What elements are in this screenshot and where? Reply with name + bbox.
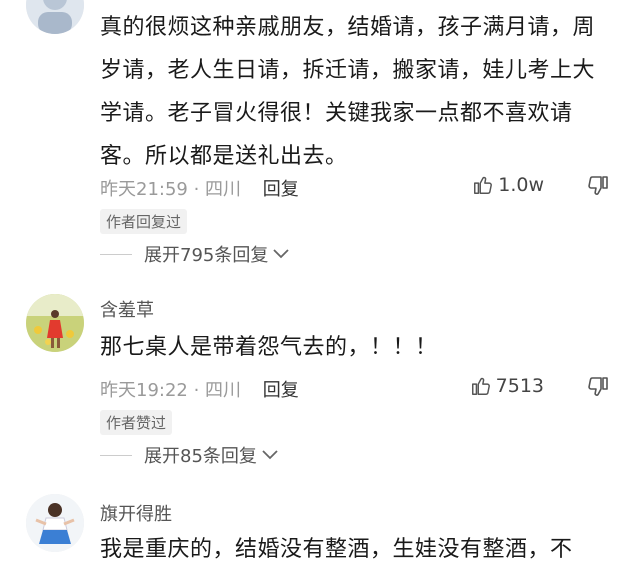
comment-username[interactable]: 旗开得胜 bbox=[100, 500, 172, 526]
like-button[interactable]: 1.0w bbox=[472, 174, 544, 196]
comment-text: 我是重庆的，结婚没有整酒，生娃没有整酒，不 bbox=[100, 537, 573, 562]
thumbs-up-icon bbox=[474, 176, 493, 194]
avatar-image bbox=[26, 494, 84, 552]
thumbs-down-icon[interactable] bbox=[586, 375, 610, 399]
avatar-image bbox=[26, 0, 84, 34]
comment-meta: 昨天21:59 · 四川 回复 bbox=[100, 175, 299, 201]
like-button[interactable]: 7513 bbox=[470, 375, 544, 397]
thumbs-up-icon bbox=[471, 377, 490, 395]
thumbs-down-icon[interactable] bbox=[586, 174, 610, 198]
author-liked-badge: 作者赞过 bbox=[100, 410, 173, 435]
chevron-down-icon bbox=[262, 450, 278, 460]
author-replied-badge: 作者回复过 bbox=[100, 209, 188, 234]
avatar[interactable] bbox=[26, 294, 84, 352]
like-count: 1.0w bbox=[498, 174, 544, 196]
comment-time-location: 昨天21:59 · 四川 bbox=[100, 179, 242, 200]
expand-replies-label: 展开85条回复 bbox=[144, 446, 257, 467]
avatar[interactable] bbox=[26, 0, 84, 34]
comment-meta: 昨天19:22 · 四川 回复 bbox=[100, 376, 299, 402]
comment-username[interactable]: 含羞草 bbox=[100, 296, 154, 322]
comment-text: 那七桌人是带着怨气去的，！！！ bbox=[100, 335, 438, 360]
comment-time-location: 昨天19:22 · 四川 bbox=[100, 380, 242, 401]
comment-text: 真的很烦这种亲戚朋友，结婚请，孩子满月请，周岁请，老人生日请，拆迁请，搬家请，娃… bbox=[100, 15, 596, 169]
expand-replies-label: 展开795条回复 bbox=[144, 245, 269, 266]
avatar-image bbox=[26, 294, 84, 352]
reply-button[interactable]: 回复 bbox=[263, 179, 299, 200]
reply-button[interactable]: 回复 bbox=[263, 380, 299, 401]
expand-replies-button[interactable]: 展开85条回复 bbox=[100, 442, 279, 468]
chevron-down-icon bbox=[273, 249, 289, 259]
avatar[interactable] bbox=[26, 494, 84, 552]
expand-divider-line bbox=[100, 253, 132, 255]
expand-replies-button[interactable]: 展开795条回复 bbox=[100, 241, 290, 267]
like-count: 7513 bbox=[495, 375, 544, 397]
expand-divider-line bbox=[100, 454, 132, 456]
